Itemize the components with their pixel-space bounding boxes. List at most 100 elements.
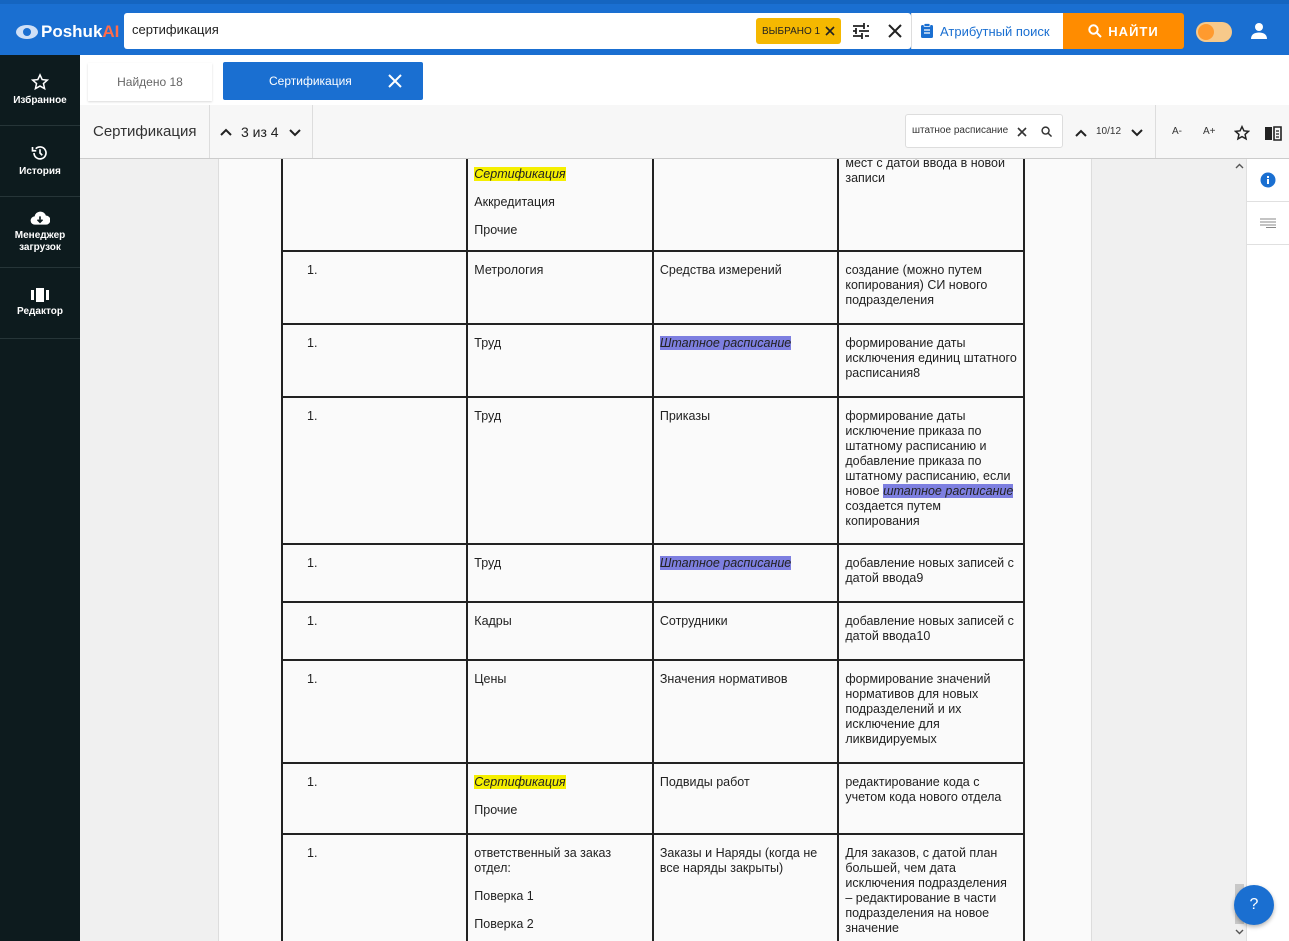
previous-match-icon[interactable] xyxy=(1075,129,1087,137)
chevron-up-icon[interactable] xyxy=(220,128,232,136)
cell-paragraph: Труд xyxy=(474,409,646,424)
sidebar-item-favorites[interactable]: Избранное xyxy=(0,55,80,126)
cell-paragraph: Поверка 1 xyxy=(474,889,646,904)
table-cell: Труд xyxy=(466,323,654,398)
row-number-cell: 1. xyxy=(280,659,469,764)
cell-text: Прочие xyxy=(474,223,518,237)
toolbar-divider xyxy=(312,105,313,158)
cell-paragraph: Значения нормативов xyxy=(660,672,831,687)
query-highlight: Сертификация xyxy=(474,167,566,181)
toolbar-divider xyxy=(1155,105,1156,158)
table-cell: ответственный за заказ отдел: Поверка 1 По… xyxy=(466,833,654,941)
row-number-cell: 1. xyxy=(280,396,469,545)
row-number-cell: 1. xyxy=(280,543,469,603)
table-cell xyxy=(651,159,840,252)
font-increase-button[interactable]: A+ xyxy=(1203,126,1216,137)
table-row: 1. Сертификация Прочие Подвиды работ редакти… xyxy=(280,762,1025,835)
theme-toggle[interactable] xyxy=(1196,22,1232,42)
search-input[interactable] xyxy=(132,22,732,37)
cell-paragraph: Подвиды работ xyxy=(660,775,831,790)
table-cell: Труд xyxy=(466,396,654,545)
outline-panel-button[interactable] xyxy=(1247,202,1289,245)
cell-text: Заказы и Наряды (когда не все наряды зак… xyxy=(659,846,818,875)
result-navigation-count: 3 из 4 xyxy=(241,124,279,140)
scroll-up-icon[interactable] xyxy=(1235,163,1244,169)
sidebar-item-history[interactable]: История xyxy=(0,126,80,197)
next-match-icon[interactable] xyxy=(1131,129,1143,137)
row-number: 1. xyxy=(307,336,318,350)
filter-settings-icon[interactable] xyxy=(852,23,870,39)
search-box: ВЫБРАНО 1 xyxy=(124,13,911,49)
table-cell: формирование даты исключения единиц штат… xyxy=(837,323,1025,398)
row-number: 1. xyxy=(307,672,318,686)
eye-icon xyxy=(16,25,38,39)
query-highlight: Сертификация xyxy=(474,775,566,789)
right-panel xyxy=(1246,159,1289,941)
help-button[interactable]: ? xyxy=(1234,885,1274,925)
row-number: 1. xyxy=(307,409,318,423)
info-panel-button[interactable] xyxy=(1247,159,1289,202)
font-decrease-button[interactable]: A- xyxy=(1172,126,1182,137)
cell-paragraph: Заказы и Наряды (когда не все наряды зак… xyxy=(660,846,831,876)
cell-paragraph: Метрология xyxy=(474,263,646,278)
cell-paragraph: Прочие xyxy=(474,223,646,238)
row-number: 1. xyxy=(307,263,318,277)
row-number: 1. xyxy=(307,846,318,860)
table-cell: создание (можно путем копирования) СИ но… xyxy=(837,250,1025,325)
cell-text: Аккредитация xyxy=(474,195,555,209)
cell-text: формирование даты исключения единиц штат… xyxy=(845,336,1017,380)
cell-text: создание (можно путем копирования) СИ но… xyxy=(845,263,988,307)
match-count: 10/12 xyxy=(1096,126,1122,137)
close-icon[interactable] xyxy=(825,26,835,36)
close-tab-icon[interactable] xyxy=(388,74,402,88)
scroll-down-icon[interactable] xyxy=(1235,929,1244,935)
tab-found[interactable]: Найдено 18 xyxy=(88,63,212,101)
cell-paragraph: формирование даты исключение приказа по … xyxy=(845,409,1017,529)
document-viewer[interactable]: Сертификация Аккредитация Прочие мест с дат… xyxy=(80,159,1246,941)
user-icon[interactable] xyxy=(1250,22,1268,45)
row-number-cell: 1. xyxy=(280,601,469,661)
cell-text: Метрология xyxy=(474,263,544,277)
cell-text: Приказы xyxy=(659,409,711,423)
document-table: Сертификация Аккредитация Прочие мест с дат… xyxy=(280,159,1025,941)
cell-paragraph: Труд xyxy=(474,336,646,351)
table-row: 1. Цены Значения нормативов формирование зн… xyxy=(280,659,1025,764)
reader-mode-icon[interactable] xyxy=(1264,126,1282,141)
table-row: Сертификация Аккредитация Прочие мест с дат… xyxy=(280,159,1025,252)
cell-text: Поверка 2 xyxy=(474,917,534,931)
table-row: 1. ответственный за заказ отдел: Поверка 1… xyxy=(280,833,1025,941)
table-cell: Для заказов, с датой план большей, чем д… xyxy=(837,833,1025,941)
table-cell: Штатное расписание xyxy=(651,323,840,398)
row-number: 1. xyxy=(307,556,318,570)
table-cell: редактирование кода с учетом кода нового… xyxy=(837,762,1025,835)
cell-paragraph: Для заказов, с датой план большей, чем д… xyxy=(845,846,1017,936)
sidebar-item-downloads[interactable]: Менеджер загрузок xyxy=(0,197,80,268)
cell-text: мест с датой ввода в новой записи xyxy=(845,159,1005,185)
cell-paragraph: Цены xyxy=(474,672,646,687)
tab-certification[interactable]: Сертификация xyxy=(223,62,423,100)
selected-chip[interactable]: ВЫБРАНО 1 xyxy=(756,18,842,44)
row-number-cell: 1. xyxy=(280,250,469,325)
find-button[interactable]: НАЙТИ xyxy=(1063,13,1184,49)
search-highlight: Штатное расписание xyxy=(659,556,792,570)
clear-find-icon[interactable] xyxy=(1017,127,1027,137)
clear-search-icon[interactable] xyxy=(888,24,902,38)
cell-paragraph: Поверка 2 xyxy=(474,917,646,932)
attribute-search-button[interactable]: Атрибутный поиск xyxy=(911,13,1063,49)
chevron-down-icon[interactable] xyxy=(289,129,301,137)
vertical-scrollbar[interactable] xyxy=(1233,159,1246,941)
find-in-document-input[interactable] xyxy=(912,125,1012,136)
sidebar-item-editor[interactable]: Редактор xyxy=(0,268,80,339)
toolbar-divider xyxy=(209,105,210,158)
cell-paragraph: формирование значений нормативов для нов… xyxy=(845,672,1017,747)
table-cell: Сотрудники xyxy=(651,601,840,661)
table-cell: Штатное расписание xyxy=(651,543,840,603)
app-logo[interactable]: Poshuk AI xyxy=(16,22,119,42)
cell-paragraph: Сертификация xyxy=(474,167,646,182)
favorite-star-icon[interactable] xyxy=(1234,125,1250,141)
cell-text: Значения нормативов xyxy=(659,672,788,686)
search-icon[interactable] xyxy=(1041,126,1052,137)
search-highlight: штатное расписание xyxy=(883,484,1014,498)
cell-text: Подвиды работ xyxy=(659,775,750,789)
table-cell: Труд xyxy=(466,543,654,603)
